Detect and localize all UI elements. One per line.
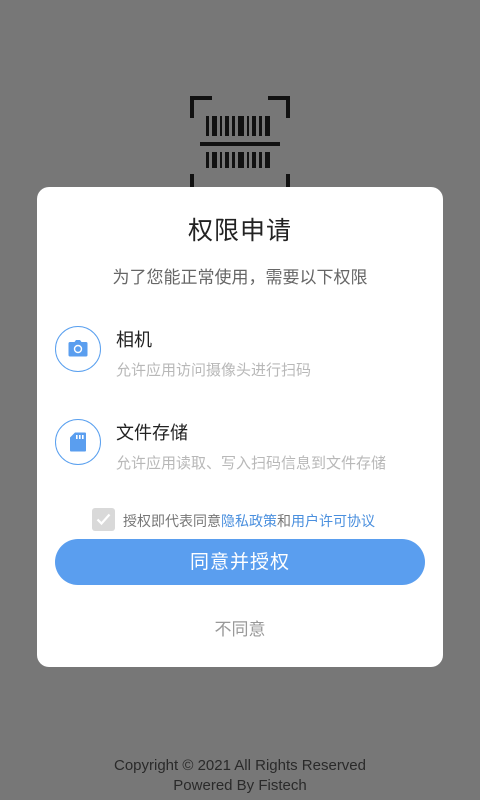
dialog-title: 权限申请 <box>187 216 292 245</box>
agree-and-authorize-button[interactable]: 同意并授权 <box>55 539 425 585</box>
privacy-policy-link[interactable]: 隐私政策 <box>221 514 277 530</box>
permission-item-camera: 相机 允许应用访问摄像头进行扫码 <box>55 325 435 385</box>
consent-conjunction: 和 <box>277 514 291 530</box>
permission-name-storage: 文件存储 <box>116 423 188 444</box>
powered-by-text: Powered By Fistech <box>173 777 307 794</box>
footer: Copyright © 2021 All Rights Reserved Pow… <box>0 756 480 796</box>
consent-checkbox[interactable] <box>92 508 115 531</box>
check-icon <box>96 513 111 526</box>
copyright-text: Copyright © 2021 All Rights Reserved <box>113 757 366 774</box>
permission-name-camera: 相机 <box>116 330 152 351</box>
dialog-subtitle: 为了您能正常使用，需要以下权限 <box>112 268 368 288</box>
camera-icon <box>55 326 101 372</box>
permission-desc-camera: 允许应用访问摄像头进行扫码 <box>116 361 312 379</box>
barcode-scanner-icon <box>190 96 290 196</box>
disagree-button[interactable]: 不同意 <box>37 615 443 640</box>
permission-dialog: 权限申请 为了您能正常使用，需要以下权限 相机 允许应用访问摄像头进行扫码 文件… <box>37 187 443 667</box>
user-license-link[interactable]: 用户许可协议 <box>291 514 375 530</box>
permission-item-storage: 文件存储 允许应用读取、写入扫码信息到文件存储 <box>55 418 435 478</box>
sd-card-icon <box>55 419 101 465</box>
permission-desc-storage: 允许应用读取、写入扫码信息到文件存储 <box>116 454 387 472</box>
consent-prefix: 授权即代表同意 <box>123 514 221 530</box>
consent-text: 授权即代表同意隐私政策和用户许可协议 <box>123 511 375 531</box>
